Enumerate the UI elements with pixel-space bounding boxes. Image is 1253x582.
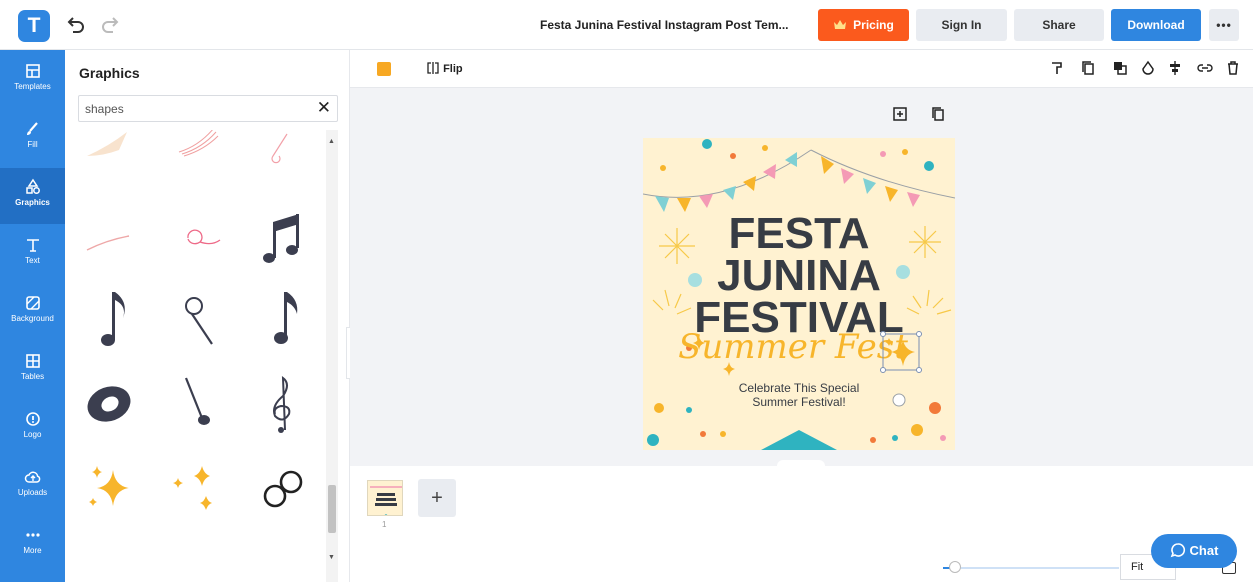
script-text[interactable]: Summer Fest [678,327,908,367]
duplicate-page-icon[interactable] [930,106,946,122]
panel-title: Graphics [79,65,140,81]
search-box: ✕ [78,95,338,122]
delete-icon[interactable] [1225,60,1241,76]
rotate-handle-icon[interactable] [892,393,906,407]
swoosh-lines[interactable] [164,130,234,188]
eighth-note[interactable] [79,284,149,356]
design-post[interactable]: FESTA JUNINA FESTIVAL Summer Fest Celebr… [643,138,955,450]
linked-rings[interactable] [247,452,317,524]
sidebar-item-background[interactable]: Background [0,284,65,340]
tagline-line-1[interactable]: Celebrate This Special [739,381,860,395]
thin-curve[interactable] [79,200,149,272]
swirl-shape[interactable] [164,200,234,272]
graphics-scrollbar[interactable]: ▲ ▼ [326,130,338,582]
scroll-up-icon[interactable]: ▲ [328,138,335,145]
scribble-line[interactable] [247,130,317,188]
sidebar-item-label: Fill [27,140,38,149]
brush-icon [26,122,38,135]
sidebar-item-label: Background [11,314,54,323]
flower-right [896,265,910,279]
small-sparkles[interactable] [164,452,234,524]
page-thumbnail-preview [370,486,402,515]
sidebar-item-label: Templates [14,82,51,91]
sidebar-item-label: Text [25,256,40,265]
shapes-icon [25,178,40,194]
fill-color-swatch[interactable] [377,62,391,76]
treble-clef[interactable] [247,368,317,440]
sign-in-button[interactable]: Sign In [916,9,1007,41]
format-paint-icon[interactable] [1049,60,1065,76]
sidebar-item-graphics[interactable]: Graphics [0,168,65,224]
search-input[interactable] [85,100,305,118]
sidebar-item-label: Uploads [17,488,48,497]
element-toolbar: Flip [350,50,1253,88]
opacity-icon[interactable] [1140,60,1156,76]
sidebar-item-fill[interactable]: Fill [0,110,65,166]
layer-icon[interactable] [1112,60,1128,76]
sidebar-item-more[interactable]: More [0,516,65,572]
eighth-note-flag[interactable] [247,284,317,356]
download-button[interactable]: Download [1111,9,1201,41]
chat-label: Chat [1189,543,1219,558]
layout-icon [25,64,40,78]
editor-app: T Festa Junina Festival Instagram Post T… [0,0,1253,582]
chat-bubble-icon [1170,543,1185,558]
undo-icon[interactable] [64,14,86,36]
sidebar-item-text[interactable]: Text [0,226,65,282]
quarter-note[interactable] [164,368,234,440]
whole-note[interactable] [79,368,149,440]
add-page-icon[interactable] [892,106,908,122]
copy-style-icon[interactable] [1080,60,1096,76]
more-dots-icon [25,533,40,537]
sweep-shape[interactable] [79,130,149,188]
logo-icon [25,412,40,426]
chat-button[interactable]: Chat [1151,534,1237,568]
background-icon [25,296,40,310]
clear-search-icon[interactable]: ✕ [317,99,331,117]
sparkle-cluster[interactable] [79,452,149,524]
upload-cloud-icon [24,471,40,483]
share-button[interactable]: Share [1014,9,1104,41]
top-bar: T Festa Junina Festival Instagram Post T… [0,0,1253,50]
link-icon[interactable] [1197,60,1213,76]
more-options-button[interactable]: ••• [1209,9,1239,41]
pages-strip: 1 + Fit Chat [350,466,1253,582]
sidebar-item-logo[interactable]: Logo [0,400,65,456]
align-icon[interactable] [1167,60,1183,76]
page-thumbnail[interactable] [367,480,403,516]
sidebar-item-uploads[interactable]: Uploads [0,458,65,514]
graphics-grid [79,130,324,582]
flip-icon [427,62,439,74]
beamed-notes[interactable] [247,200,317,272]
app-logo[interactable]: T [18,10,50,42]
sidebar-item-label: Tables [20,372,45,381]
scrollbar-thumb[interactable] [328,485,336,533]
graphics-panel: Graphics ✕ ▲ ▼ [65,50,350,582]
pricing-button[interactable]: Pricing [818,9,909,41]
page-number: 1 [382,520,387,529]
left-sidebar: Templates Fill Graphics Text Background … [0,50,65,582]
text-icon [26,239,39,252]
sidebar-item-label: Graphics [15,198,50,207]
hollow-note[interactable] [164,284,234,356]
document-title[interactable]: Festa Junina Festival Instagram Post Tem… [540,18,789,32]
sidebar-item-label: Logo [23,430,42,439]
sidebar-item-templates[interactable]: Templates [0,52,65,108]
zoom-slider-handle[interactable] [949,561,961,573]
table-icon [25,354,40,368]
flip-label: Flip [443,63,463,75]
scroll-down-icon[interactable]: ▼ [328,554,335,561]
sidebar-item-label: More [23,546,42,555]
canvas-area: FESTA JUNINA FESTIVAL Summer Fest Celebr… [350,88,1253,472]
pricing-label: Pricing [853,18,894,32]
flip-button[interactable]: Flip [426,62,463,75]
tagline-line-2[interactable]: Summer Festival! [752,395,845,409]
redo-icon[interactable] [100,14,122,36]
post-artwork: FESTA JUNINA FESTIVAL Summer Fest Celebr… [643,138,955,450]
zoom-slider[interactable] [943,567,1119,569]
sidebar-item-tables[interactable]: Tables [0,342,65,398]
crown-icon [834,20,847,29]
flower-left [688,273,702,287]
add-page-button[interactable]: + [418,479,456,517]
